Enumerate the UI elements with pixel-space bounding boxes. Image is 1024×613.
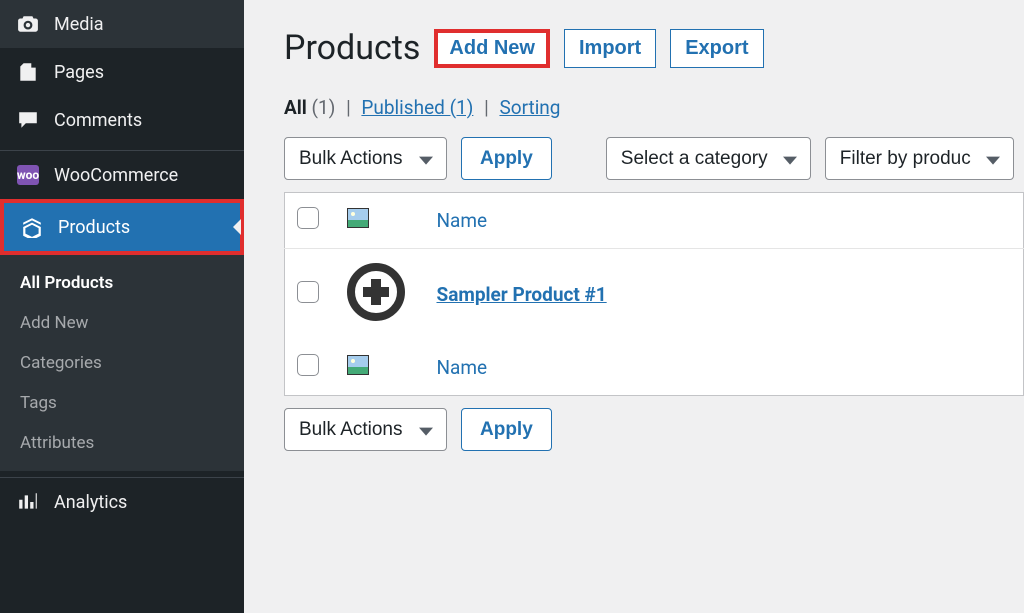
woocommerce-icon: woo [16,163,40,187]
sidebar-label: WooCommerce [54,165,178,186]
product-filter-wrap: Filter by produc [825,137,1014,180]
archive-icon [20,215,44,239]
apply-button-bottom[interactable]: Apply [461,408,552,451]
product-thumbnail[interactable] [347,263,405,321]
page-header: Products Add New Import Export [284,28,1024,68]
sidebar-item-analytics[interactable]: Analytics [0,478,244,526]
bulk-actions-select-bottom[interactable]: Bulk Actions [284,408,447,451]
sidebar-item-media[interactable]: Media [0,0,244,48]
sidebar-label: Pages [54,62,104,83]
submenu-all-products[interactable]: All Products [0,263,244,303]
select-all-header [285,193,335,249]
products-submenu: All Products Add New Categories Tags Att… [0,255,244,471]
products-table: Name Sampler Product #1 Name [284,192,1024,396]
sidebar-item-woocommerce[interactable]: woo WooCommerce [0,151,244,199]
submenu-add-new[interactable]: Add New [0,303,244,343]
filter-sorting[interactable]: Sorting [499,96,560,119]
filter-all[interactable]: All (1) [284,96,335,119]
name-column-footer[interactable]: Name [425,340,1024,396]
admin-sidebar: Media Pages Comments woo WooCommerce Pro… [0,0,244,613]
add-new-button[interactable]: Add New [434,29,550,68]
submenu-attributes[interactable]: Attributes [0,423,244,463]
table-footer-row: Name [285,340,1024,396]
sidebar-item-products[interactable]: Products [0,199,244,255]
import-button[interactable]: Import [564,29,656,68]
plus-icon [347,263,405,321]
tablenav-top: Bulk Actions Apply Select a category Fil… [284,137,1024,180]
category-filter-wrap: Select a category [606,137,811,180]
select-all-checkbox[interactable] [297,207,319,229]
select-all-checkbox-footer[interactable] [297,354,319,376]
sidebar-label: Products [58,217,130,238]
page-title: Products [284,28,420,68]
category-filter-select[interactable]: Select a category [606,137,811,180]
image-header [335,193,425,249]
submenu-categories[interactable]: Categories [0,343,244,383]
sidebar-label: Analytics [54,492,127,513]
filter-published[interactable]: Published (1) [361,96,473,119]
bulk-actions-select[interactable]: Bulk Actions [284,137,447,180]
chart-bar-icon [16,490,40,514]
tablenav-bottom: Bulk Actions Apply [284,408,1024,451]
status-filters: All (1) | Published (1) | Sorting [284,96,1024,119]
name-column-header[interactable]: Name [425,193,1024,249]
row-checkbox[interactable] [297,281,319,303]
bulk-actions-wrap: Bulk Actions [284,137,447,180]
comment-icon [16,108,40,132]
product-name-link[interactable]: Sampler Product #1 [437,283,607,306]
pages-icon [16,60,40,84]
table-row: Sampler Product #1 [285,249,1024,341]
product-type-filter-select[interactable]: Filter by produc [825,137,1014,180]
sidebar-item-pages[interactable]: Pages [0,48,244,96]
table-header-row: Name [285,193,1024,249]
submenu-tags[interactable]: Tags [0,383,244,423]
sidebar-label: Media [54,14,104,35]
camera-icon [16,12,40,36]
sidebar-label: Comments [54,110,142,131]
image-icon [347,208,369,228]
bulk-actions-wrap-bottom: Bulk Actions [284,408,447,451]
image-icon [347,355,369,375]
apply-button[interactable]: Apply [461,137,552,180]
main-content: Products Add New Import Export All (1) |… [244,0,1024,613]
sidebar-item-comments[interactable]: Comments [0,96,244,144]
export-button[interactable]: Export [670,29,763,68]
